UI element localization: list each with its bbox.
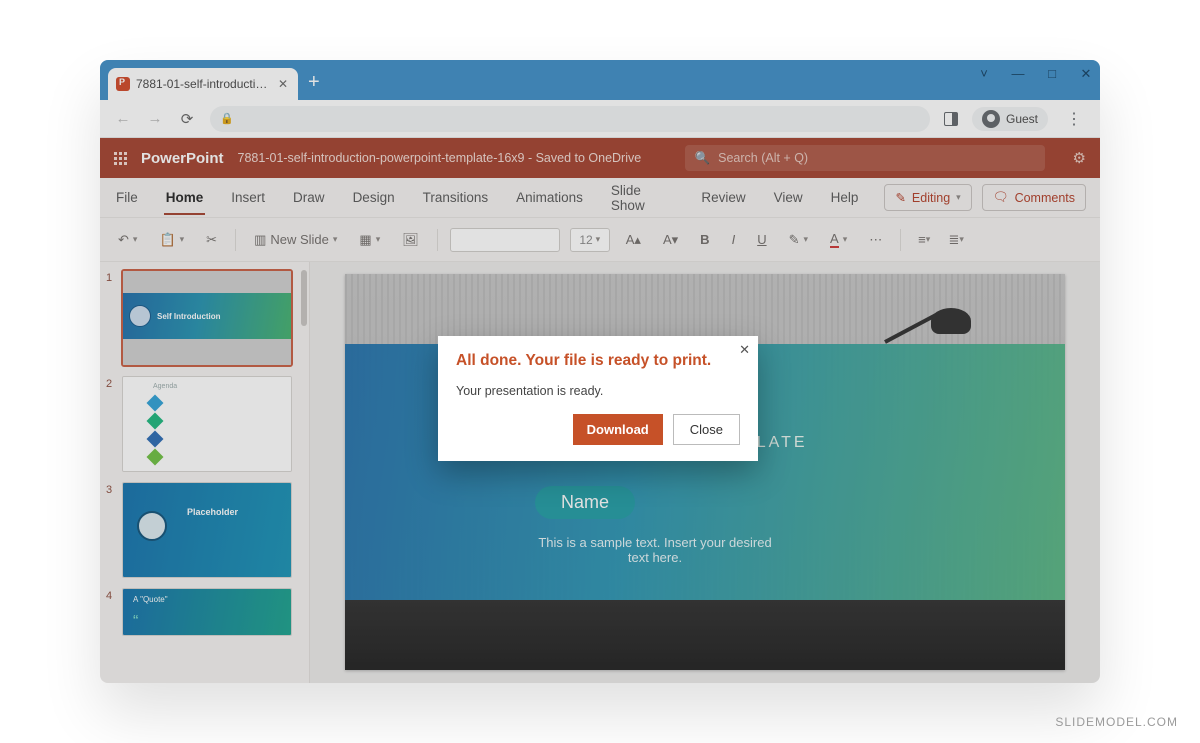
browser-toolbar: ← → ⟳ 🔒 Guest ⋮: [100, 100, 1100, 138]
tab-view[interactable]: View: [772, 180, 805, 215]
comment-icon: 🗨: [993, 190, 1009, 205]
profile-button[interactable]: Guest: [972, 107, 1048, 131]
underline-button[interactable]: U: [751, 228, 772, 251]
editing-mode-button[interactable]: ✎ Editing ▾: [884, 184, 971, 211]
thumb-number: 1: [106, 270, 116, 366]
highlight-button[interactable]: ✎▾: [783, 228, 814, 252]
dialog-message: Your presentation is ready.: [456, 384, 740, 398]
more-font-button[interactable]: ⋯: [863, 228, 888, 252]
tab-review[interactable]: Review: [699, 180, 747, 215]
thumb-number: 4: [106, 588, 116, 636]
workspace: 1 Self Introduction 2 Agenda 3: [100, 262, 1100, 683]
editing-label: Editing: [912, 191, 950, 205]
document-title[interactable]: 7881-01-self-introduction-powerpoint-tem…: [238, 151, 642, 165]
window-maximize-icon[interactable]: □: [1044, 66, 1060, 82]
slide-thumbnails-panel[interactable]: 1 Self Introduction 2 Agenda 3: [100, 262, 310, 683]
dialog-close-icon[interactable]: ✕: [739, 342, 750, 358]
font-family-select[interactable]: [450, 228, 560, 252]
tab-file[interactable]: File: [114, 180, 140, 215]
app-name: PowerPoint: [141, 150, 224, 167]
numbering-button[interactable]: ≣▾: [945, 229, 967, 251]
app-launcher-icon[interactable]: [114, 152, 127, 165]
italic-button[interactable]: I: [726, 228, 742, 251]
avatar-icon: [982, 110, 1000, 128]
settings-icon[interactable]: ⚙: [1073, 149, 1086, 167]
search-placeholder: Search (Alt + Q): [718, 151, 808, 165]
nav-back-icon[interactable]: ←: [114, 110, 132, 127]
sample-text[interactable]: This is a sample text. Insert your desir…: [535, 535, 775, 565]
lock-icon: 🔒: [220, 112, 234, 125]
bullets-button[interactable]: ≡▾: [913, 229, 935, 251]
font-size-select[interactable]: 12▾: [570, 228, 610, 252]
nav-reload-icon[interactable]: ⟳: [178, 110, 196, 128]
close-button[interactable]: Close: [673, 414, 740, 445]
paste-button[interactable]: 📋▾: [153, 228, 190, 252]
browser-tab[interactable]: 7881-01-self-introduction-powe ✕: [108, 68, 298, 100]
font-color-button[interactable]: A▾: [824, 227, 853, 252]
pen-icon: ✎: [895, 190, 905, 205]
profile-label: Guest: [1006, 112, 1038, 126]
comments-button[interactable]: 🗨 Comments: [982, 184, 1086, 211]
print-ready-dialog: ✕ All done. Your file is ready to print.…: [438, 336, 758, 461]
undo-button[interactable]: ↶▾: [112, 228, 143, 252]
image-button[interactable]: 🖼: [396, 228, 425, 252]
browser-titlebar: 7881-01-self-introduction-powe ✕ + ˅ — □…: [100, 60, 1100, 100]
window-dropdown-icon[interactable]: ˅: [976, 66, 992, 82]
dialog-title: All done. Your file is ready to print.: [456, 352, 740, 370]
download-button[interactable]: Download: [573, 414, 663, 445]
window-close-icon[interactable]: ✕: [1078, 66, 1094, 82]
tab-design[interactable]: Design: [351, 180, 397, 215]
search-icon: 🔍: [695, 151, 711, 166]
bold-button[interactable]: B: [694, 228, 715, 251]
tab-close-icon[interactable]: ✕: [276, 77, 290, 91]
tab-help[interactable]: Help: [829, 180, 861, 215]
ribbon-toolbar: ↶▾ 📋▾ ✂ ▥ New Slide ▾ ▦▾ 🖼 12▾ A▴ A▾ B I…: [100, 218, 1100, 262]
tab-home[interactable]: Home: [164, 180, 206, 215]
tab-slideshow[interactable]: Slide Show: [609, 173, 675, 223]
tab-animations[interactable]: Animations: [514, 180, 585, 215]
search-input[interactable]: 🔍 Search (Alt + Q): [685, 145, 1045, 171]
chevron-down-icon: ▾: [956, 192, 961, 203]
thumb-number: 3: [106, 482, 116, 578]
new-slide-button[interactable]: ▥ New Slide ▾: [248, 228, 343, 252]
thumb-number: 2: [106, 376, 116, 472]
new-tab-button[interactable]: +: [298, 71, 330, 100]
slide-thumbnail-3[interactable]: Placeholder: [122, 482, 292, 578]
tab-transitions[interactable]: Transitions: [421, 180, 491, 215]
increase-font-button[interactable]: A▴: [620, 228, 647, 252]
slide-thumbnail-4[interactable]: A "Quote" “: [122, 588, 292, 636]
slide-thumbnail-2[interactable]: Agenda: [122, 376, 292, 472]
name-pill[interactable]: Name: [535, 486, 635, 519]
window-minimize-icon[interactable]: —: [1010, 66, 1026, 82]
address-bar[interactable]: 🔒: [210, 106, 930, 132]
decrease-font-button[interactable]: A▾: [657, 228, 684, 252]
tab-draw[interactable]: Draw: [291, 180, 327, 215]
scrollbar-thumb[interactable]: [301, 270, 307, 326]
tab-title: 7881-01-self-introduction-powe: [136, 77, 270, 91]
watermark: SLIDEMODEL.COM: [1055, 715, 1178, 729]
side-panel-icon[interactable]: [944, 112, 958, 126]
powerpoint-favicon-icon: [116, 77, 130, 91]
slide-canvas[interactable]: roduction PRESENTATION TEMPLATE Name Thi…: [345, 274, 1065, 670]
nav-forward-icon[interactable]: →: [146, 110, 164, 127]
tab-insert[interactable]: Insert: [229, 180, 267, 215]
comments-label: Comments: [1015, 191, 1075, 205]
new-slide-label: New Slide: [270, 232, 329, 247]
window-controls: ˅ — □ ✕: [976, 66, 1094, 82]
app-header: PowerPoint 7881-01-self-introduction-pow…: [100, 138, 1100, 178]
desk-graphic: [345, 600, 1065, 670]
ribbon-tabs: File Home Insert Draw Design Transitions…: [100, 178, 1100, 218]
format-painter-button[interactable]: ✂: [200, 228, 223, 252]
layout-button[interactable]: ▦▾: [353, 228, 386, 252]
slide-canvas-area[interactable]: roduction PRESENTATION TEMPLATE Name Thi…: [310, 262, 1100, 683]
browser-menu-icon[interactable]: ⋮: [1062, 109, 1086, 129]
slide-thumbnail-1[interactable]: Self Introduction: [122, 270, 292, 366]
